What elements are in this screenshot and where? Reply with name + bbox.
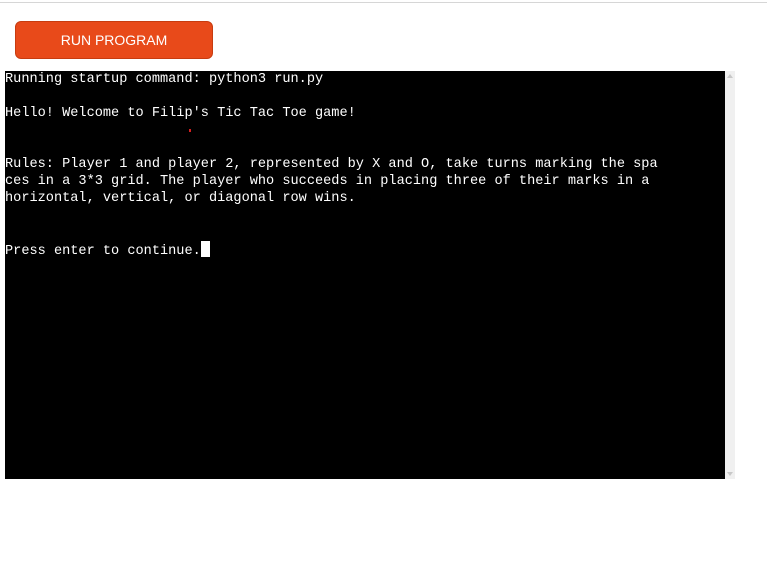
terminal-line-rules-2: ces in a 3*3 grid. The player who succee… bbox=[5, 174, 650, 189]
terminal-line-prompt: Press enter to continue. bbox=[5, 241, 725, 260]
terminal-scrollbar[interactable] bbox=[725, 71, 735, 479]
scroll-up-arrow-icon[interactable] bbox=[727, 74, 733, 78]
terminal-line-rules-1: Rules: Player 1 and player 2, represente… bbox=[5, 157, 658, 172]
prompt-text: Press enter to continue. bbox=[5, 244, 201, 259]
terminal-window[interactable]: Running startup command: python3 run.py … bbox=[5, 71, 735, 479]
top-divider bbox=[0, 2, 767, 3]
terminal-output[interactable]: Running startup command: python3 run.py … bbox=[5, 71, 725, 479]
scroll-down-arrow-icon[interactable] bbox=[727, 472, 733, 476]
run-program-button[interactable]: RUN PROGRAM bbox=[15, 21, 213, 59]
red-marker-dot bbox=[189, 129, 191, 132]
terminal-line-startup: Running startup command: python3 run.py bbox=[5, 72, 324, 87]
terminal-line-welcome: Hello! Welcome to Filip's Tic Tac Toe ga… bbox=[5, 106, 356, 121]
terminal-line-rules-3: horizontal, vertical, or diagonal row wi… bbox=[5, 191, 356, 206]
text-cursor bbox=[200, 241, 210, 257]
